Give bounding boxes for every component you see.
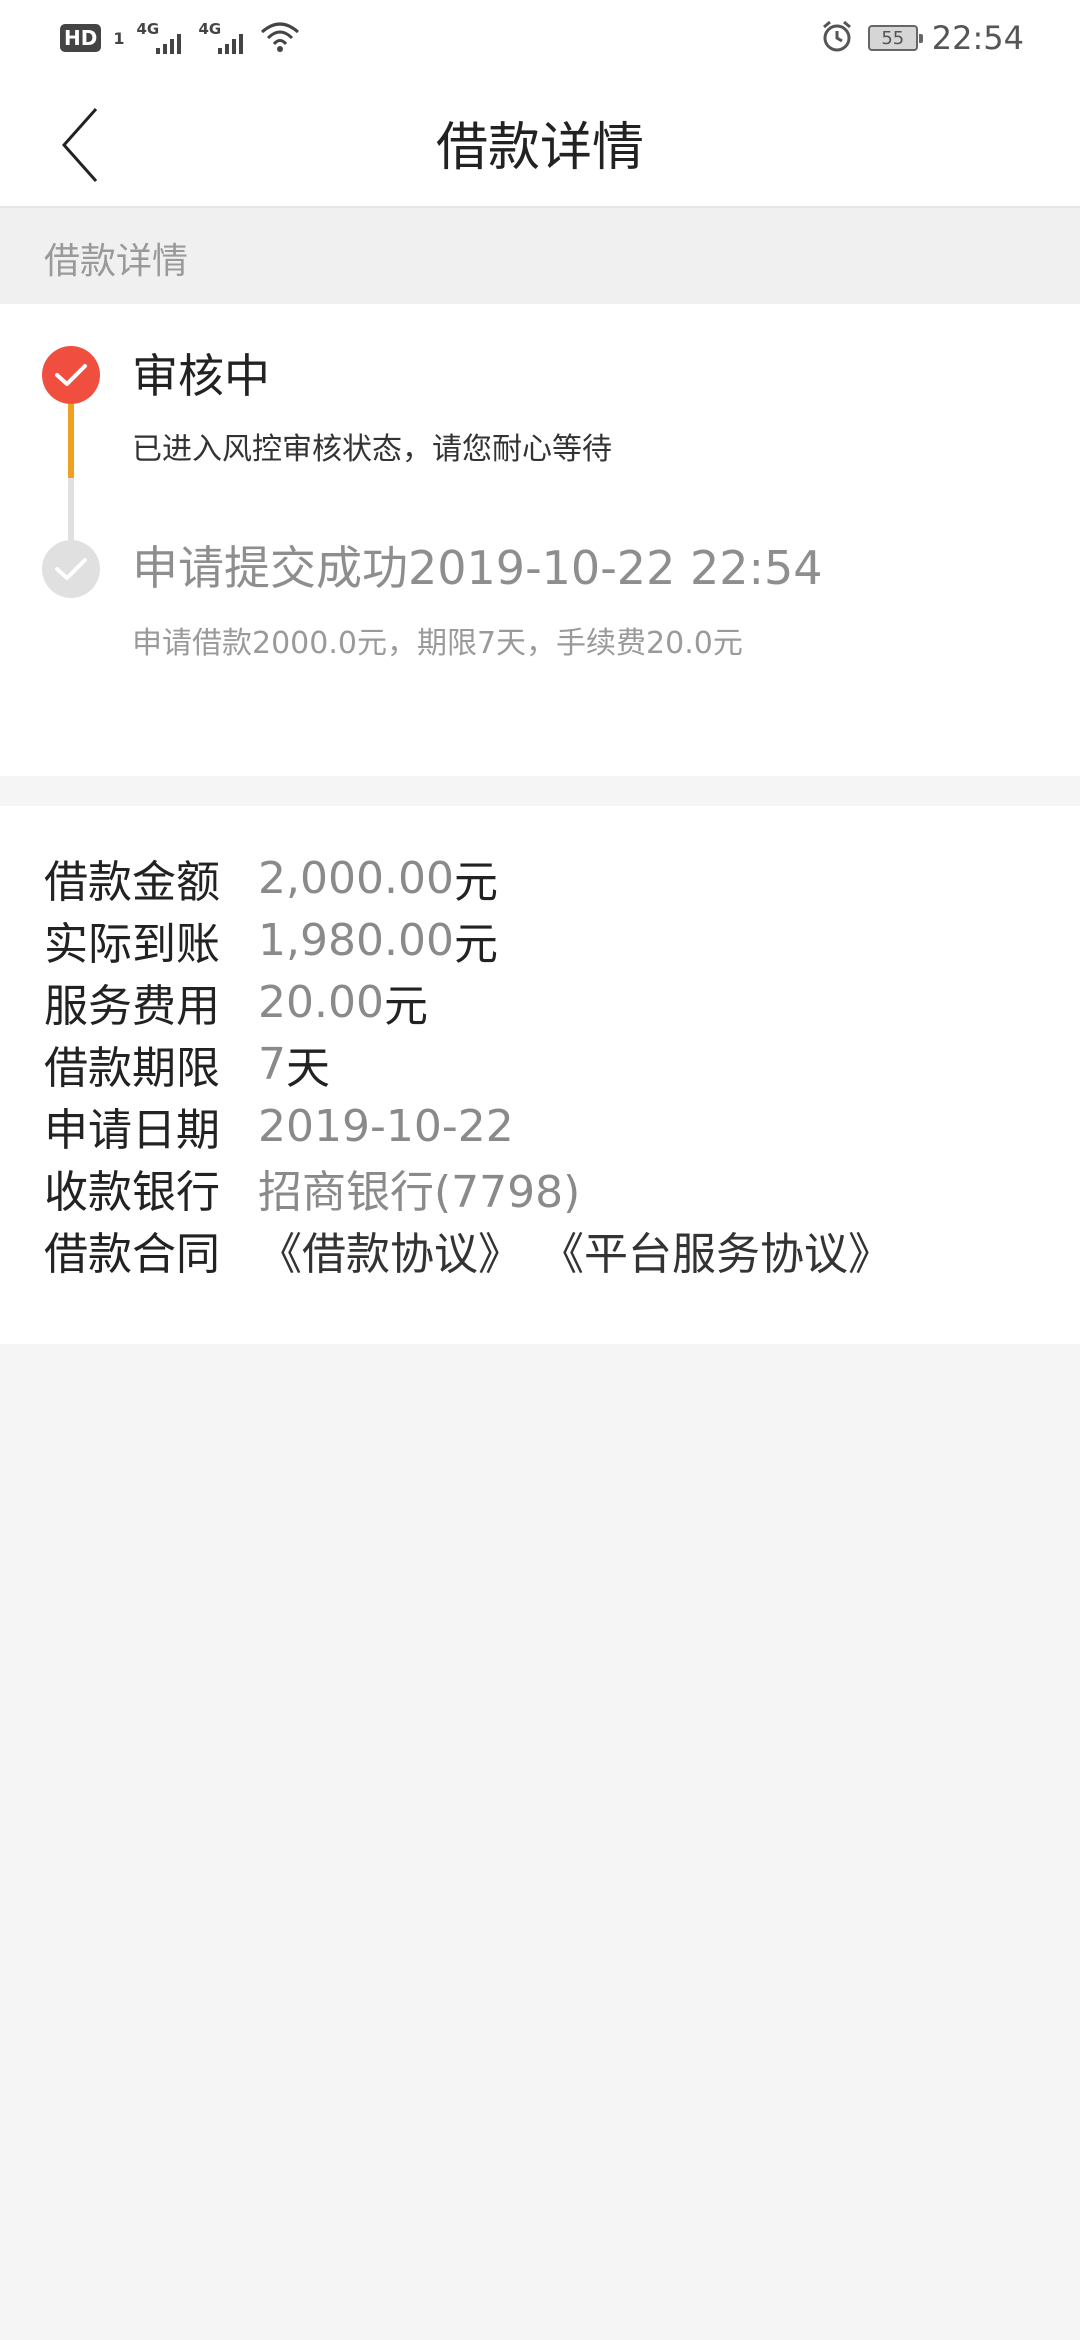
status-bar: HD 1 4G 4G 55 22:54 xyxy=(0,0,1080,75)
loan-detail-page: HD 1 4G 4G 55 22:54 借款详情 借款详情 审核中 已进入风控审… xyxy=(0,0,1080,2340)
detail-row-loan-term: 借款期限 7 天 xyxy=(44,1036,330,1095)
battery-icon: 55 xyxy=(867,25,923,51)
section-header-label: 借款详情 xyxy=(44,241,189,282)
actual-received-value: 1,980.00 xyxy=(258,914,454,966)
step-reviewing-title: 审核中 xyxy=(132,349,270,403)
check-circle-icon xyxy=(42,346,100,404)
actual-received-unit: 元 xyxy=(453,919,498,970)
hd-badge: HD xyxy=(60,24,102,52)
detail-row-apply-date: 申请日期 2019-10-22 xyxy=(44,1098,514,1157)
loan-term-label: 借款期限 xyxy=(44,1043,220,1094)
signal-strength-icon-2: 4G xyxy=(198,20,248,56)
navigation-bar: 借款详情 xyxy=(0,75,1080,208)
loan-detail-list: 借款金额 2,000.00 元 实际到账 1,980.00 元 服务费用 20.… xyxy=(0,806,1080,1344)
loan-amount-label: 借款金额 xyxy=(44,857,220,908)
status-bar-right: 55 22:54 xyxy=(820,14,1024,62)
detail-row-actual-received: 实际到账 1,980.00 元 xyxy=(44,912,498,971)
detail-row-service-fee: 服务费用 20.00 元 xyxy=(44,974,428,1033)
apply-date-value: 2019-10-22 xyxy=(258,1100,514,1152)
step-reviewing-description: 已进入风控审核状态，请您耐心等待 xyxy=(132,432,612,467)
loan-agreement-link[interactable]: 《借款协议》 xyxy=(258,1218,522,1282)
step-submitted-title: 申请提交成功2019-10-22 22:54 xyxy=(132,541,823,595)
timeline-line-inactive xyxy=(68,478,74,540)
check-circle-icon-inactive xyxy=(42,540,100,598)
detail-row-contract: 借款合同 《借款协议》 《平台服务协议》 xyxy=(44,1222,910,1280)
loan-term-unit: 天 xyxy=(286,1043,330,1094)
receiving-bank-label: 收款银行 xyxy=(44,1167,220,1218)
loan-amount-unit: 元 xyxy=(453,857,498,908)
service-fee-label: 服务费用 xyxy=(44,981,220,1032)
receiving-bank-value: 招商银行(7798) xyxy=(258,1167,581,1218)
signal-strength-icon: 4G xyxy=(136,20,186,56)
alarm-clock-icon xyxy=(820,19,854,57)
service-fee-value: 20.00 xyxy=(258,976,384,1028)
step-submitted-description: 申请借款2000.0元，期限7天，手续费20.0元 xyxy=(132,626,743,661)
timeline-line-active xyxy=(68,404,74,478)
battery-level: 55 xyxy=(881,27,905,49)
detail-row-receiving-bank: 收款银行 招商银行(7798) xyxy=(44,1160,580,1218)
status-time: 22:54 xyxy=(931,19,1024,57)
progress-timeline: 审核中 已进入风控审核状态，请您耐心等待 申请提交成功2019-10-22 22… xyxy=(0,304,1080,776)
wifi-icon xyxy=(260,20,300,56)
service-fee-unit: 元 xyxy=(383,981,428,1032)
contract-label: 借款合同 xyxy=(44,1229,220,1280)
detail-row-loan-amount: 借款金额 2,000.00 元 xyxy=(44,850,498,909)
actual-received-label: 实际到账 xyxy=(44,919,220,970)
sim-slot-number: 1 xyxy=(113,28,125,48)
page-title: 借款详情 xyxy=(435,118,644,178)
section-header: 借款详情 xyxy=(0,208,1080,304)
status-bar-left: HD 1 4G 4G xyxy=(60,18,300,58)
loan-amount-value: 2,000.00 xyxy=(258,852,454,904)
apply-date-label: 申请日期 xyxy=(44,1105,220,1156)
loan-term-value: 7 xyxy=(258,1038,286,1090)
platform-service-agreement-link[interactable]: 《平台服务协议》 xyxy=(540,1218,892,1282)
